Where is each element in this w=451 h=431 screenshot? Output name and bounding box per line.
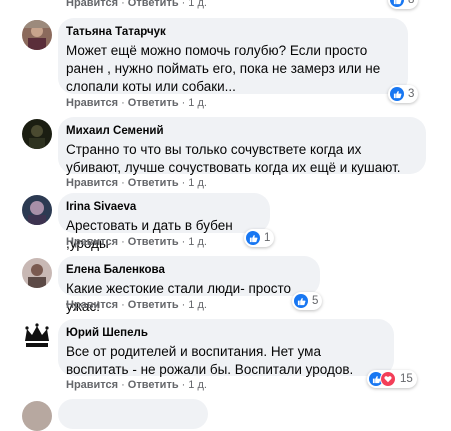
comment-bubble: Юрий Шепель Все от родителей и воспитани…	[58, 319, 394, 377]
comment-bubble	[58, 399, 208, 429]
comment-author[interactable]: Татьяна Татарчук	[66, 25, 396, 40]
comment-bubble: Irina Sivaeva Арестовать и дать в бубен …	[58, 193, 270, 251]
avatar[interactable]	[22, 195, 52, 225]
avatar[interactable]	[22, 321, 52, 351]
like-link[interactable]: Нравится	[66, 379, 118, 391]
reaction-summary[interactable]: 1	[244, 229, 275, 247]
like-icon	[246, 231, 260, 245]
timestamp[interactable]: 1 д.	[188, 236, 207, 248]
comment-author[interactable]: Елена Баленкова	[66, 263, 308, 278]
reaction-count: 1	[264, 232, 271, 244]
like-link[interactable]: Нравится	[66, 0, 118, 9]
timestamp[interactable]: 1 д.	[188, 379, 207, 391]
like-link[interactable]: Нравится	[66, 177, 118, 189]
like-link[interactable]: Нравится	[66, 299, 118, 311]
timestamp[interactable]: 1 д.	[188, 299, 207, 311]
like-link[interactable]: Нравится	[66, 236, 118, 248]
reaction-count: 8	[408, 0, 415, 6]
comment-actions: Нравится · Ответить · 1 д.	[66, 236, 207, 248]
like-link[interactable]: Нравится	[66, 97, 118, 109]
crown-icon	[25, 323, 49, 347]
timestamp[interactable]: 1 д.	[188, 0, 207, 9]
avatar[interactable]	[22, 401, 52, 431]
comment-actions: Нравится · Ответить · 1 д.	[66, 299, 207, 311]
avatar[interactable]	[22, 20, 52, 50]
timestamp[interactable]: 1 д.	[188, 177, 207, 189]
comment-bubble: Татьяна Татарчук Может ещё можно помочь …	[58, 18, 408, 94]
comment-text: Странно то что вы только сочувствете ког…	[66, 142, 401, 175]
reaction-count: 3	[408, 88, 415, 100]
comment-actions: Нравится · Ответить · 1 д.	[66, 97, 207, 109]
reply-link[interactable]: Ответить	[128, 379, 179, 391]
like-icon	[390, 87, 404, 101]
comment-author[interactable]: Юрий Шепель	[66, 326, 382, 341]
avatar[interactable]	[22, 119, 52, 149]
reaction-summary[interactable]: 3	[388, 85, 419, 103]
reply-link[interactable]: Ответить	[128, 97, 179, 109]
avatar[interactable]	[22, 258, 52, 288]
comment-actions: Нравится · Ответить · 1 д.	[66, 177, 207, 189]
reaction-summary[interactable]: 5	[292, 292, 323, 310]
reply-link[interactable]: Ответить	[128, 177, 179, 189]
heart-icon	[380, 371, 396, 387]
like-icon	[390, 0, 404, 7]
comment-text: Может ещё можно помочь голубю? Если прос…	[66, 43, 381, 94]
comment-author[interactable]: Irina Sivaeva	[66, 200, 258, 215]
reaction-summary[interactable]: 15	[367, 370, 417, 388]
comment-bubble: Михаил Семений Странно то что вы только …	[58, 117, 426, 175]
reaction-summary[interactable]: 8	[388, 0, 419, 9]
timestamp[interactable]: 1 д.	[188, 97, 207, 109]
reply-link[interactable]: Ответить	[128, 0, 179, 9]
reply-link[interactable]: Ответить	[128, 299, 179, 311]
top-comment-actions: Нравится · Ответить · 1 д.	[66, 0, 207, 10]
comment-author[interactable]: Михаил Семений	[66, 124, 414, 139]
comment-text: Все от родителей и воспитания. Нет ума в…	[66, 344, 354, 377]
comment-actions: Нравится · Ответить · 1 д.	[66, 379, 207, 391]
reaction-count: 15	[400, 373, 413, 385]
like-icon	[294, 294, 308, 308]
reply-link[interactable]: Ответить	[128, 236, 179, 248]
reaction-count: 5	[312, 295, 319, 307]
comment-bubble: Елена Баленкова Какие жестокие стали люд…	[58, 256, 320, 314]
